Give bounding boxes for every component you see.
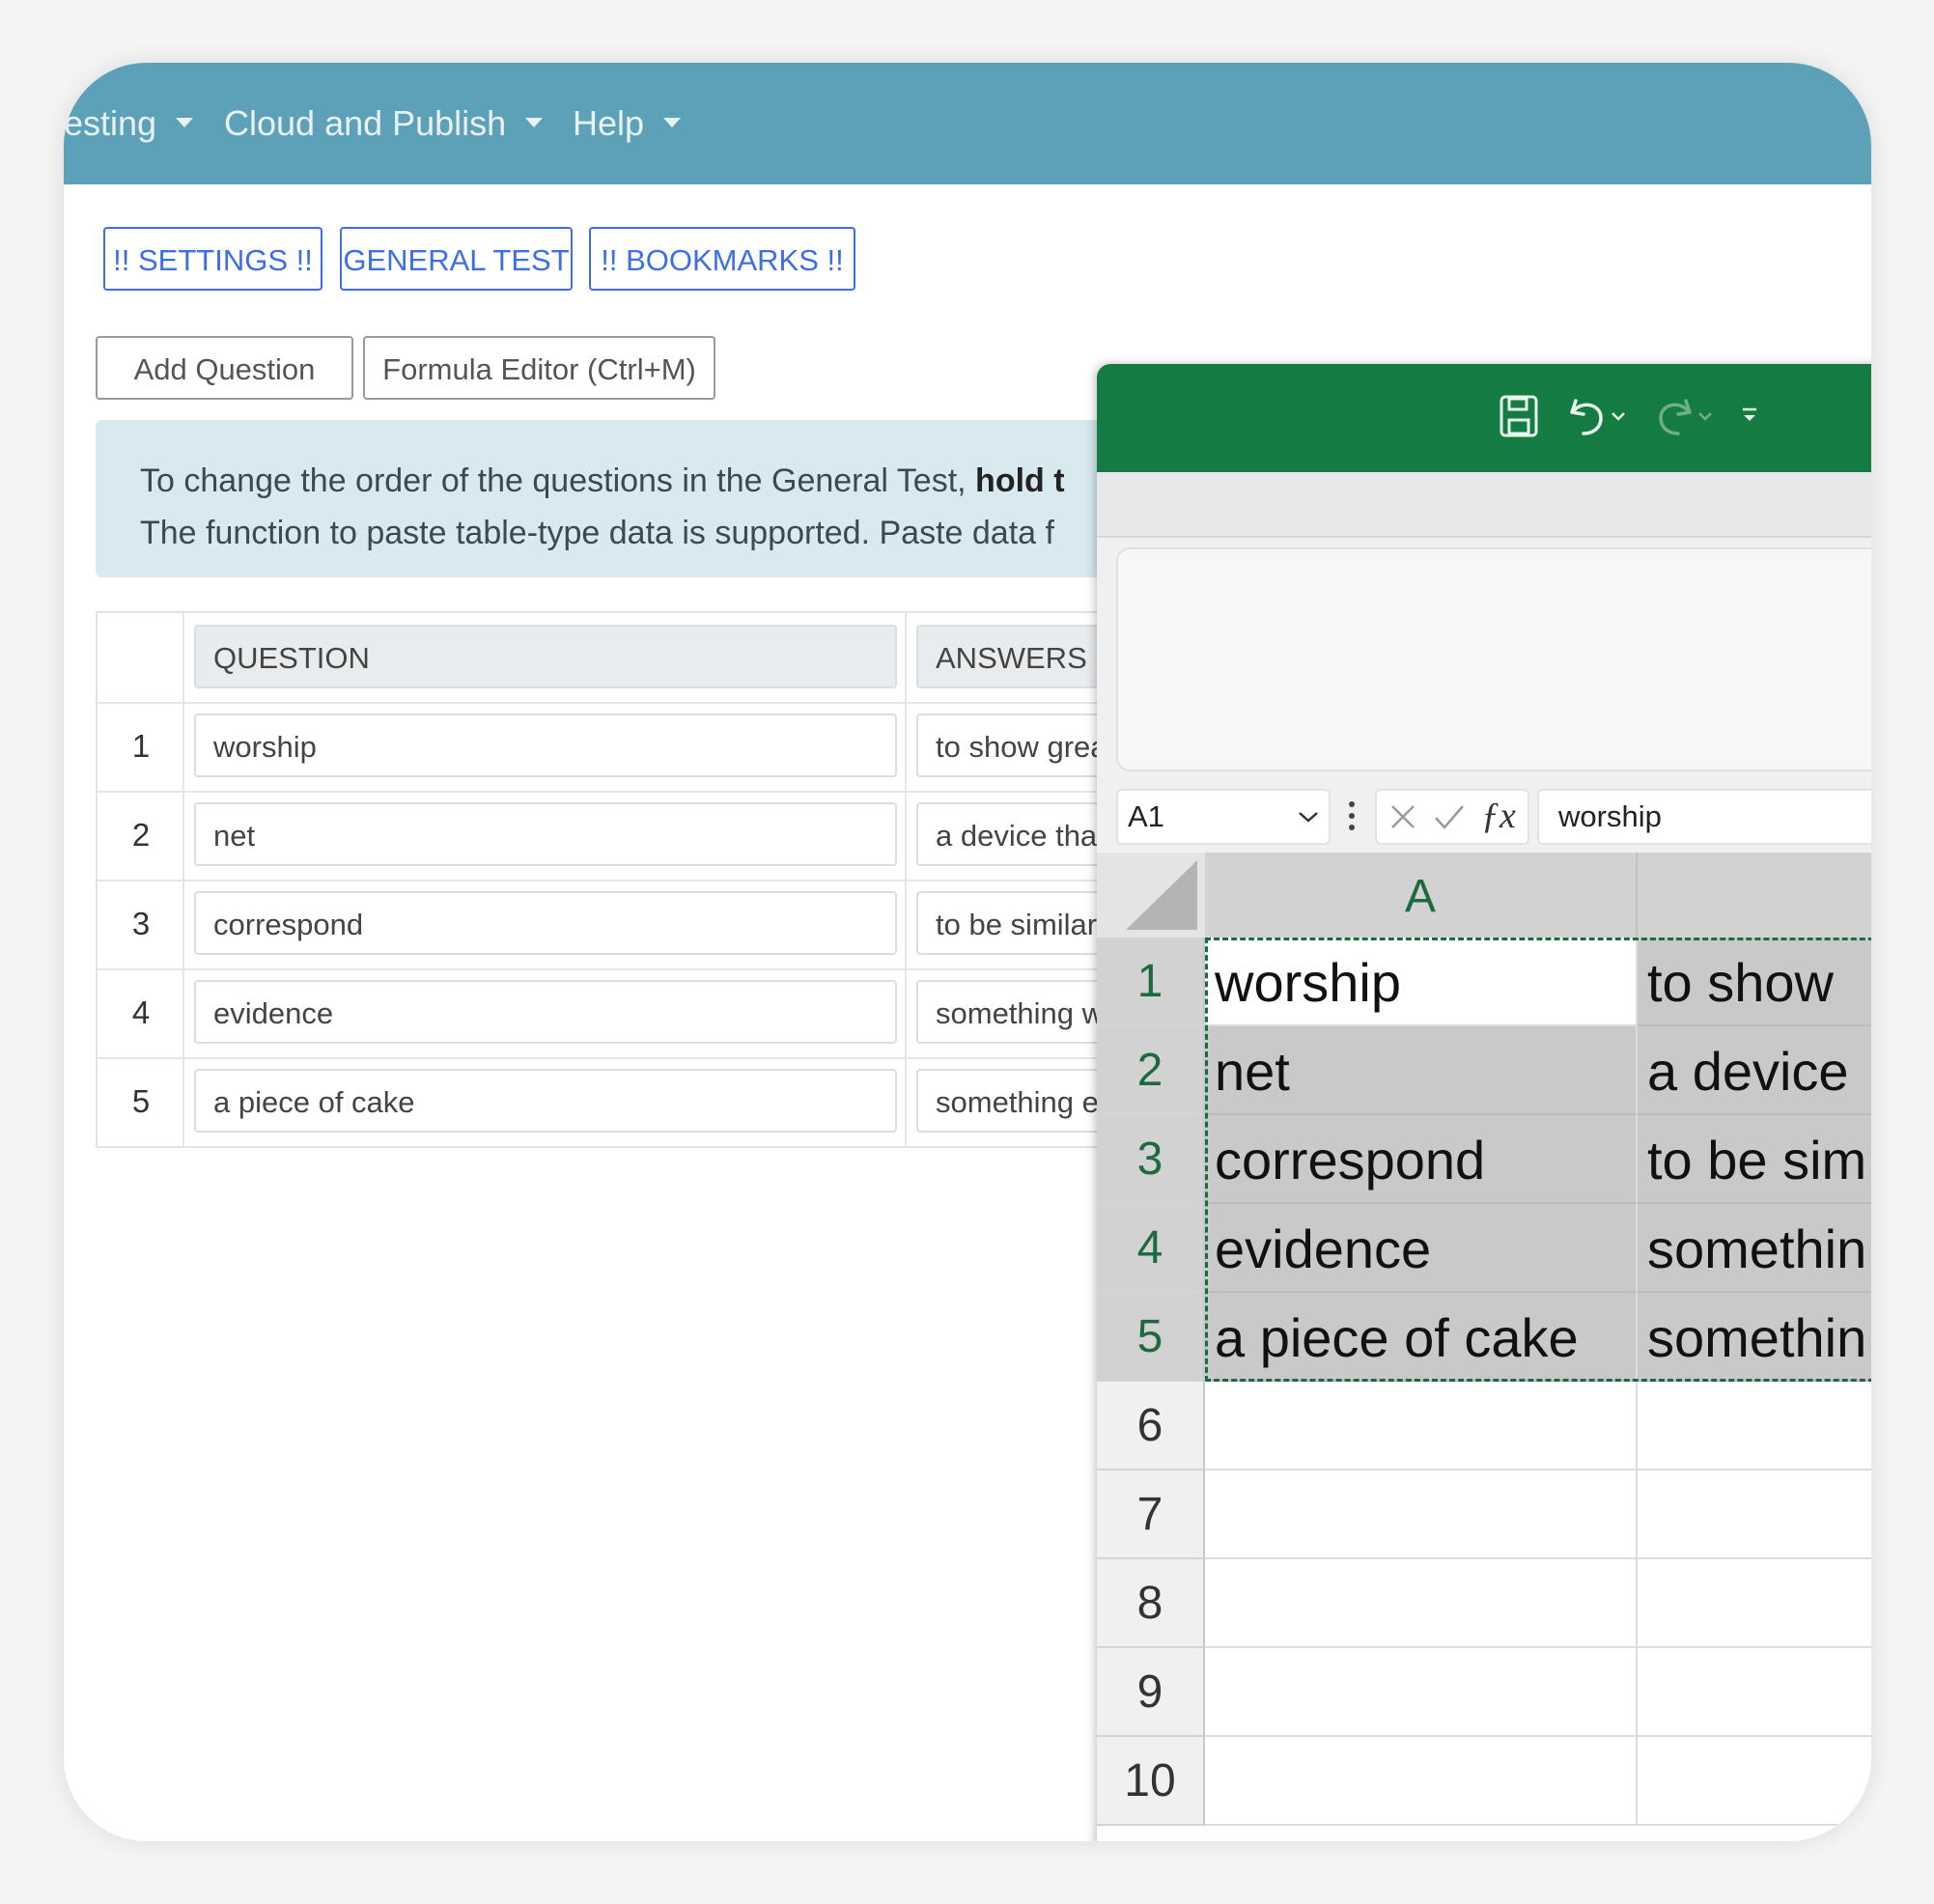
cell-b4[interactable]: somethin: [1638, 1204, 1871, 1293]
cell-a1[interactable]: worship: [1205, 938, 1638, 1026]
info-line-2: The function to paste table-type data is…: [140, 515, 1054, 551]
cell-b8[interactable]: [1638, 1559, 1871, 1648]
app-card: esting Cloud and Publish Help !! SETTING…: [64, 63, 1871, 1841]
add-question-button[interactable]: Add Question: [96, 336, 353, 400]
row-header[interactable]: 9: [1097, 1648, 1205, 1737]
formula-input[interactable]: worship: [1537, 789, 1871, 845]
row-number: 3: [131, 906, 151, 941]
table-row: 1 worship to show grea: [98, 702, 1252, 793]
settings-button[interactable]: !! SETTINGS !!: [103, 227, 322, 291]
row-header[interactable]: 8: [1097, 1559, 1205, 1648]
caret-down-icon: [525, 118, 544, 128]
table-row: 3 correspond to be similar: [98, 880, 1252, 970]
top-navbar: esting Cloud and Publish Help: [64, 63, 1871, 184]
cell-a9[interactable]: [1205, 1648, 1638, 1737]
chevron-down-icon[interactable]: [1298, 810, 1319, 824]
row-header[interactable]: 3: [1097, 1115, 1205, 1204]
cell-b6[interactable]: [1638, 1382, 1871, 1470]
chevron-down-icon[interactable]: [1611, 410, 1626, 422]
cell-b9[interactable]: [1638, 1648, 1871, 1737]
formula-actions: ƒx: [1375, 789, 1529, 845]
bookmarks-button[interactable]: !! BOOKMARKS !!: [589, 227, 855, 291]
name-box[interactable]: A1: [1116, 789, 1331, 845]
caret-down-icon: [176, 118, 194, 128]
row-number: 5: [131, 1083, 151, 1119]
column-header-a[interactable]: A: [1205, 853, 1638, 938]
row-header[interactable]: 10: [1097, 1737, 1205, 1826]
ribbon-divider: [1097, 536, 1871, 538]
info-line-1: To change the order of the questions in …: [140, 455, 1254, 507]
info-bold-text: hold t: [975, 462, 1065, 499]
row-header[interactable]: 1: [1097, 938, 1205, 1026]
cancel-icon[interactable]: [1388, 802, 1417, 831]
nav-item-label: Cloud and Publish: [224, 103, 507, 143]
cell-a10[interactable]: [1205, 1737, 1638, 1826]
table-row: 2 net a device tha: [98, 791, 1252, 882]
row-header[interactable]: 4: [1097, 1204, 1205, 1293]
ribbon-tabs-band: [1097, 472, 1871, 536]
question-input[interactable]: evidence: [194, 980, 897, 1044]
cell-a4[interactable]: evidence: [1205, 1204, 1638, 1293]
question-table: QUESTION ANSWERS (S 1 worship to show gr…: [96, 611, 1254, 1148]
info-alert: To change the order of the questions in …: [96, 420, 1254, 577]
customize-toolbar-icon[interactable]: [1740, 406, 1759, 426]
column-header-b[interactable]: [1638, 853, 1871, 938]
cell-a6[interactable]: [1205, 1382, 1638, 1470]
excel-title-bar: [1097, 364, 1871, 472]
select-all-corner[interactable]: [1097, 853, 1205, 938]
nav-item-testing[interactable]: esting: [64, 63, 194, 184]
redo-icon[interactable]: [1653, 393, 1696, 439]
question-input[interactable]: a piece of cake: [194, 1069, 897, 1133]
row-header[interactable]: 6: [1097, 1382, 1205, 1470]
formula-editor-button[interactable]: Formula Editor (Ctrl+M): [363, 336, 715, 400]
undo-icon[interactable]: [1566, 393, 1609, 439]
nav-item-label: Help: [573, 103, 645, 143]
formula-bar: A1 ƒx worship: [1097, 781, 1871, 853]
row-header[interactable]: 5: [1097, 1293, 1205, 1382]
enter-check-icon[interactable]: [1433, 802, 1466, 831]
row-number: 4: [131, 994, 151, 1030]
nav-item-cloud-and-publish[interactable]: Cloud and Publish: [224, 63, 544, 184]
cell-b10[interactable]: [1638, 1737, 1871, 1826]
save-icon[interactable]: [1498, 393, 1540, 439]
spreadsheet-grid: A 1 worship to show 2 net a device 3 cor…: [1097, 853, 1871, 1841]
name-box-value: A1: [1128, 799, 1164, 833]
cell-a3[interactable]: correspond: [1205, 1115, 1638, 1204]
question-column-header: QUESTION: [194, 625, 897, 688]
cell-a2[interactable]: net: [1205, 1026, 1638, 1115]
more-options-icon[interactable]: [1346, 798, 1358, 833]
row-number: 2: [131, 817, 151, 853]
cell-b7[interactable]: [1638, 1470, 1871, 1559]
select-all-triangle-icon: [1126, 860, 1197, 930]
cell-a8[interactable]: [1205, 1559, 1638, 1648]
cell-a5[interactable]: a piece of cake: [1205, 1293, 1638, 1382]
cell-b5[interactable]: somethin: [1638, 1293, 1871, 1382]
excel-window: A1 ƒx worship A 1 worship to show 2 net …: [1097, 364, 1871, 1841]
table-header-row: QUESTION ANSWERS (S: [98, 613, 1252, 704]
question-input[interactable]: worship: [194, 714, 897, 777]
row-header[interactable]: 2: [1097, 1026, 1205, 1115]
row-number: 1: [131, 728, 151, 764]
general-test-button[interactable]: GENERAL TEST: [340, 227, 573, 291]
question-input[interactable]: net: [194, 802, 897, 866]
cell-a7[interactable]: [1205, 1470, 1638, 1559]
ribbon-panel: [1116, 547, 1871, 771]
cell-b3[interactable]: to be sim: [1638, 1115, 1871, 1204]
cell-b2[interactable]: a device: [1638, 1026, 1871, 1115]
cell-b1[interactable]: to show: [1638, 938, 1871, 1026]
question-input[interactable]: correspond: [194, 891, 897, 955]
row-header[interactable]: 7: [1097, 1470, 1205, 1559]
nav-item-help[interactable]: Help: [573, 63, 682, 184]
insert-function-icon[interactable]: ƒx: [1481, 795, 1516, 837]
info-text: To change the order of the questions in …: [140, 462, 976, 499]
table-row: 5 a piece of cake something e: [98, 1057, 1252, 1146]
nav-item-label: esting: [64, 103, 157, 143]
chevron-down-icon[interactable]: [1697, 410, 1713, 422]
caret-down-icon: [663, 118, 682, 128]
table-row: 4 evidence something w: [98, 968, 1252, 1059]
